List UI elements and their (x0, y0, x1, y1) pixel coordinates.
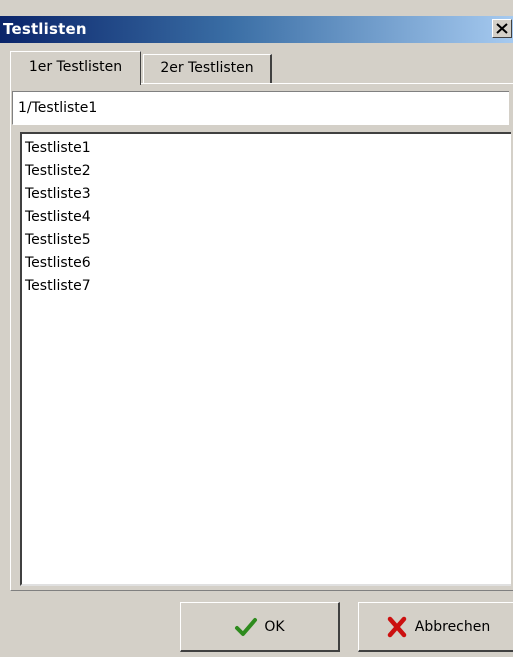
list-item[interactable]: Testliste2 (25, 160, 511, 183)
list-item[interactable]: Testliste1 (25, 137, 511, 160)
title-bar[interactable]: Testlisten (0, 16, 513, 43)
cancel-label: Abbrechen (414, 618, 491, 635)
list-item[interactable]: Testliste6 (25, 252, 511, 275)
list-item[interactable]: Testliste7 (25, 275, 511, 298)
ok-label: OK (264, 618, 285, 635)
list-item[interactable]: Testliste3 (25, 183, 511, 206)
x-cross-icon (387, 616, 407, 637)
list-item[interactable]: Testliste5 (25, 229, 511, 252)
testliste-list[interactable]: Testliste1 Testliste2 Testliste3 Testlis… (20, 132, 511, 586)
checkmark-icon (235, 617, 258, 636)
close-icon (496, 23, 508, 34)
tab-2er-testlisten[interactable]: 2er Testlisten (143, 54, 272, 83)
ok-button[interactable]: OK (180, 602, 340, 652)
list-item[interactable]: Testliste4 (25, 206, 511, 229)
close-button[interactable] (492, 19, 512, 38)
path-field[interactable]: 1/Testliste1 (12, 91, 509, 125)
tab-1er-testlisten[interactable]: 1er Testlisten (10, 51, 141, 85)
cancel-button[interactable]: Abbrechen (358, 602, 513, 652)
window-title: Testlisten (3, 20, 87, 38)
testlisten-dialog: Testlisten 1er Testlisten 2er Testlisten… (0, 0, 513, 657)
